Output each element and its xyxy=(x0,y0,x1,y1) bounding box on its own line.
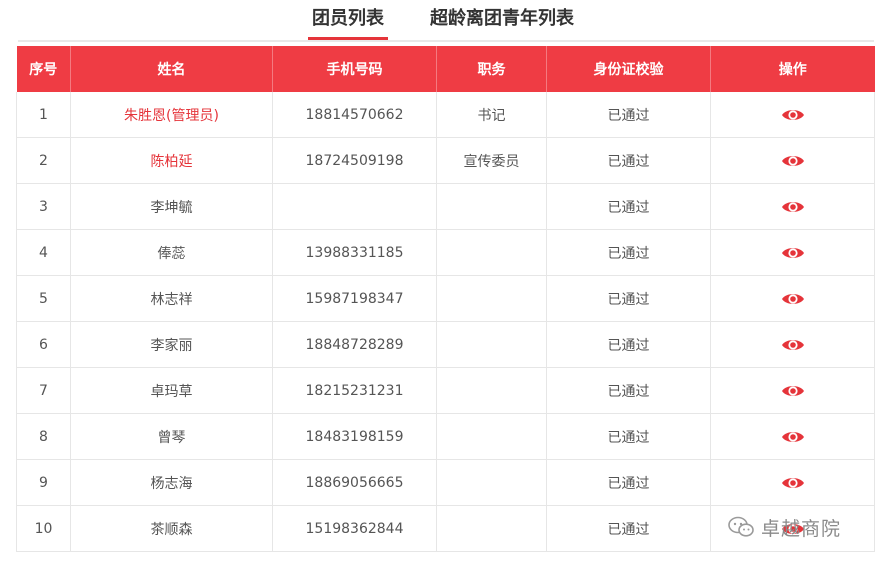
cell-phone: 18869056665 xyxy=(272,459,437,506)
col-header-action: 操作 xyxy=(710,46,875,92)
cell-action xyxy=(710,137,875,184)
table-row: 9 杨志海 18869056665 已通过 xyxy=(16,459,875,506)
cell-no: 7 xyxy=(16,367,71,414)
table-row: 6 李家丽 18848728289 已通过 xyxy=(16,321,875,368)
table-row: 3 李坤毓 已通过 xyxy=(16,183,875,230)
cell-role: 宣传委员 xyxy=(436,137,547,184)
cell-id-check: 已通过 xyxy=(546,413,711,460)
cell-id-check: 已通过 xyxy=(546,505,711,552)
cell-no: 6 xyxy=(16,321,71,368)
cell-id-check: 已通过 xyxy=(546,275,711,322)
eye-icon[interactable] xyxy=(781,153,805,169)
cell-action xyxy=(710,367,875,414)
cell-action xyxy=(710,275,875,322)
cell-name: 曾琴 xyxy=(70,413,273,460)
cell-id-check: 已通过 xyxy=(546,137,711,184)
table-row: 2 陈柏延 18724509198 宣传委员 已通过 xyxy=(16,137,875,184)
cell-id-check: 已通过 xyxy=(546,367,711,414)
cell-phone: 18814570662 xyxy=(272,92,437,138)
tab-bar: 团员列表 超龄离团青年列表 xyxy=(0,0,884,42)
cell-no: 8 xyxy=(16,413,71,460)
cell-name: 朱胜恩(管理员) xyxy=(70,92,273,138)
cell-role xyxy=(436,367,547,414)
cell-action xyxy=(710,413,875,460)
cell-no: 10 xyxy=(16,505,71,552)
cell-action xyxy=(710,183,875,230)
cell-id-check: 已通过 xyxy=(546,92,711,138)
watermark-text: 卓越商院 xyxy=(761,517,842,540)
col-header-id-check: 身份证校验 xyxy=(546,46,711,92)
table-row: 5 林志祥 15987198347 已通过 xyxy=(16,275,875,322)
wechat-icon xyxy=(728,516,754,537)
cell-action xyxy=(710,459,875,506)
cell-phone: 15198362844 xyxy=(272,505,437,552)
cell-action xyxy=(710,92,875,138)
cell-no: 3 xyxy=(16,183,71,230)
cell-no: 1 xyxy=(16,92,71,138)
cell-phone: 13988331185 xyxy=(272,229,437,276)
cell-no: 4 xyxy=(16,229,71,276)
cell-name: 李家丽 xyxy=(70,321,273,368)
cell-phone: 15987198347 xyxy=(272,275,437,322)
cell-action xyxy=(710,229,875,276)
eye-icon[interactable] xyxy=(781,475,805,491)
cell-name: 杨志海 xyxy=(70,459,273,506)
cell-role xyxy=(436,229,547,276)
cell-phone: 18483198159 xyxy=(272,413,437,460)
eye-icon[interactable] xyxy=(781,107,805,123)
col-header-name: 姓名 xyxy=(70,46,273,92)
table-row: 1 朱胜恩(管理员) 18814570662 书记 已通过 xyxy=(16,92,875,138)
cell-id-check: 已通过 xyxy=(546,229,711,276)
member-table: 序号 姓名 手机号码 职务 身份证校验 操作 1 朱胜恩(管理员) 18814570… xyxy=(16,46,875,552)
cell-role xyxy=(436,275,547,322)
table-row: 4 俸蕊 13988331185 已通过 xyxy=(16,229,875,276)
cell-no: 5 xyxy=(16,275,71,322)
cell-role xyxy=(436,505,547,552)
cell-name: 李坤毓 xyxy=(70,183,273,230)
cell-name: 林志祥 xyxy=(70,275,273,322)
cell-id-check: 已通过 xyxy=(546,459,711,506)
eye-icon[interactable] xyxy=(781,383,805,399)
cell-action xyxy=(710,321,875,368)
table-row: 7 卓玛草 18215231231 已通过 xyxy=(16,367,875,414)
cell-no: 2 xyxy=(16,137,71,184)
cell-name: 陈柏延 xyxy=(70,137,273,184)
tab-overage-list[interactable]: 超龄离团青年列表 xyxy=(430,6,574,36)
col-header-phone: 手机号码 xyxy=(272,46,437,92)
cell-role xyxy=(436,459,547,506)
table-row: 8 曾琴 18483198159 已通过 xyxy=(16,413,875,460)
cell-phone: 18848728289 xyxy=(272,321,437,368)
eye-icon[interactable] xyxy=(781,337,805,353)
eye-icon[interactable] xyxy=(781,429,805,445)
cell-no: 9 xyxy=(16,459,71,506)
tab-member-list[interactable]: 团员列表 xyxy=(308,6,388,40)
cell-role xyxy=(436,413,547,460)
cell-id-check: 已通过 xyxy=(546,321,711,368)
col-header-no: 序号 xyxy=(16,46,71,92)
eye-icon[interactable] xyxy=(781,291,805,307)
table-header-row: 序号 姓名 手机号码 职务 身份证校验 操作 xyxy=(16,46,875,92)
eye-icon[interactable] xyxy=(781,245,805,261)
cell-phone: 18724509198 xyxy=(272,137,437,184)
cell-name: 茶顺森 xyxy=(70,505,273,552)
cell-role: 书记 xyxy=(436,92,547,138)
cell-phone xyxy=(272,183,437,230)
cell-phone: 18215231231 xyxy=(272,367,437,414)
col-header-role: 职务 xyxy=(436,46,547,92)
cell-role xyxy=(436,321,547,368)
watermark: 卓越商院 xyxy=(727,512,841,542)
cell-role xyxy=(436,183,547,230)
cell-name: 俸蕊 xyxy=(70,229,273,276)
tab-divider xyxy=(18,40,874,42)
eye-icon[interactable] xyxy=(781,199,805,215)
cell-id-check: 已通过 xyxy=(546,183,711,230)
cell-name: 卓玛草 xyxy=(70,367,273,414)
